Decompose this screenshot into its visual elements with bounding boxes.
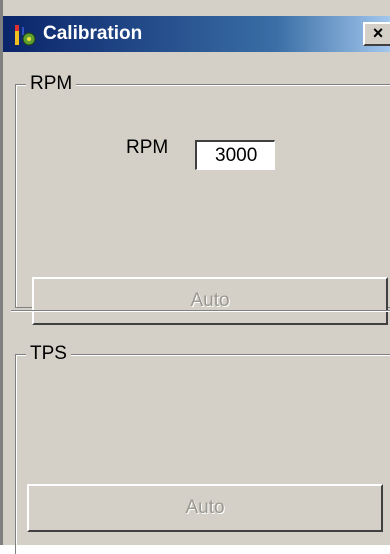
window-title: Calibration [43,23,143,44]
calibration-app-icon [13,22,39,48]
tps-auto-button[interactable]: Auto [27,484,383,532]
rpm-auto-button[interactable]: Auto [32,277,388,325]
close-icon: × [372,23,384,43]
calibration-window: Calibration × RPM RPM Auto TPS Auto [0,0,390,554]
rpm-groupbox: RPM RPM Auto [15,73,390,325]
close-button[interactable]: × [363,22,390,46]
rpm-input[interactable] [195,140,275,170]
rpm-group-label: RPM [26,73,77,95]
dialog-client-area: RPM RPM Auto TPS Auto [11,52,390,554]
rpm-field-label: RPM [126,137,169,158]
group-divider [11,310,390,312]
tps-group-label: TPS [26,343,71,365]
title-bar[interactable]: Calibration [3,16,390,52]
